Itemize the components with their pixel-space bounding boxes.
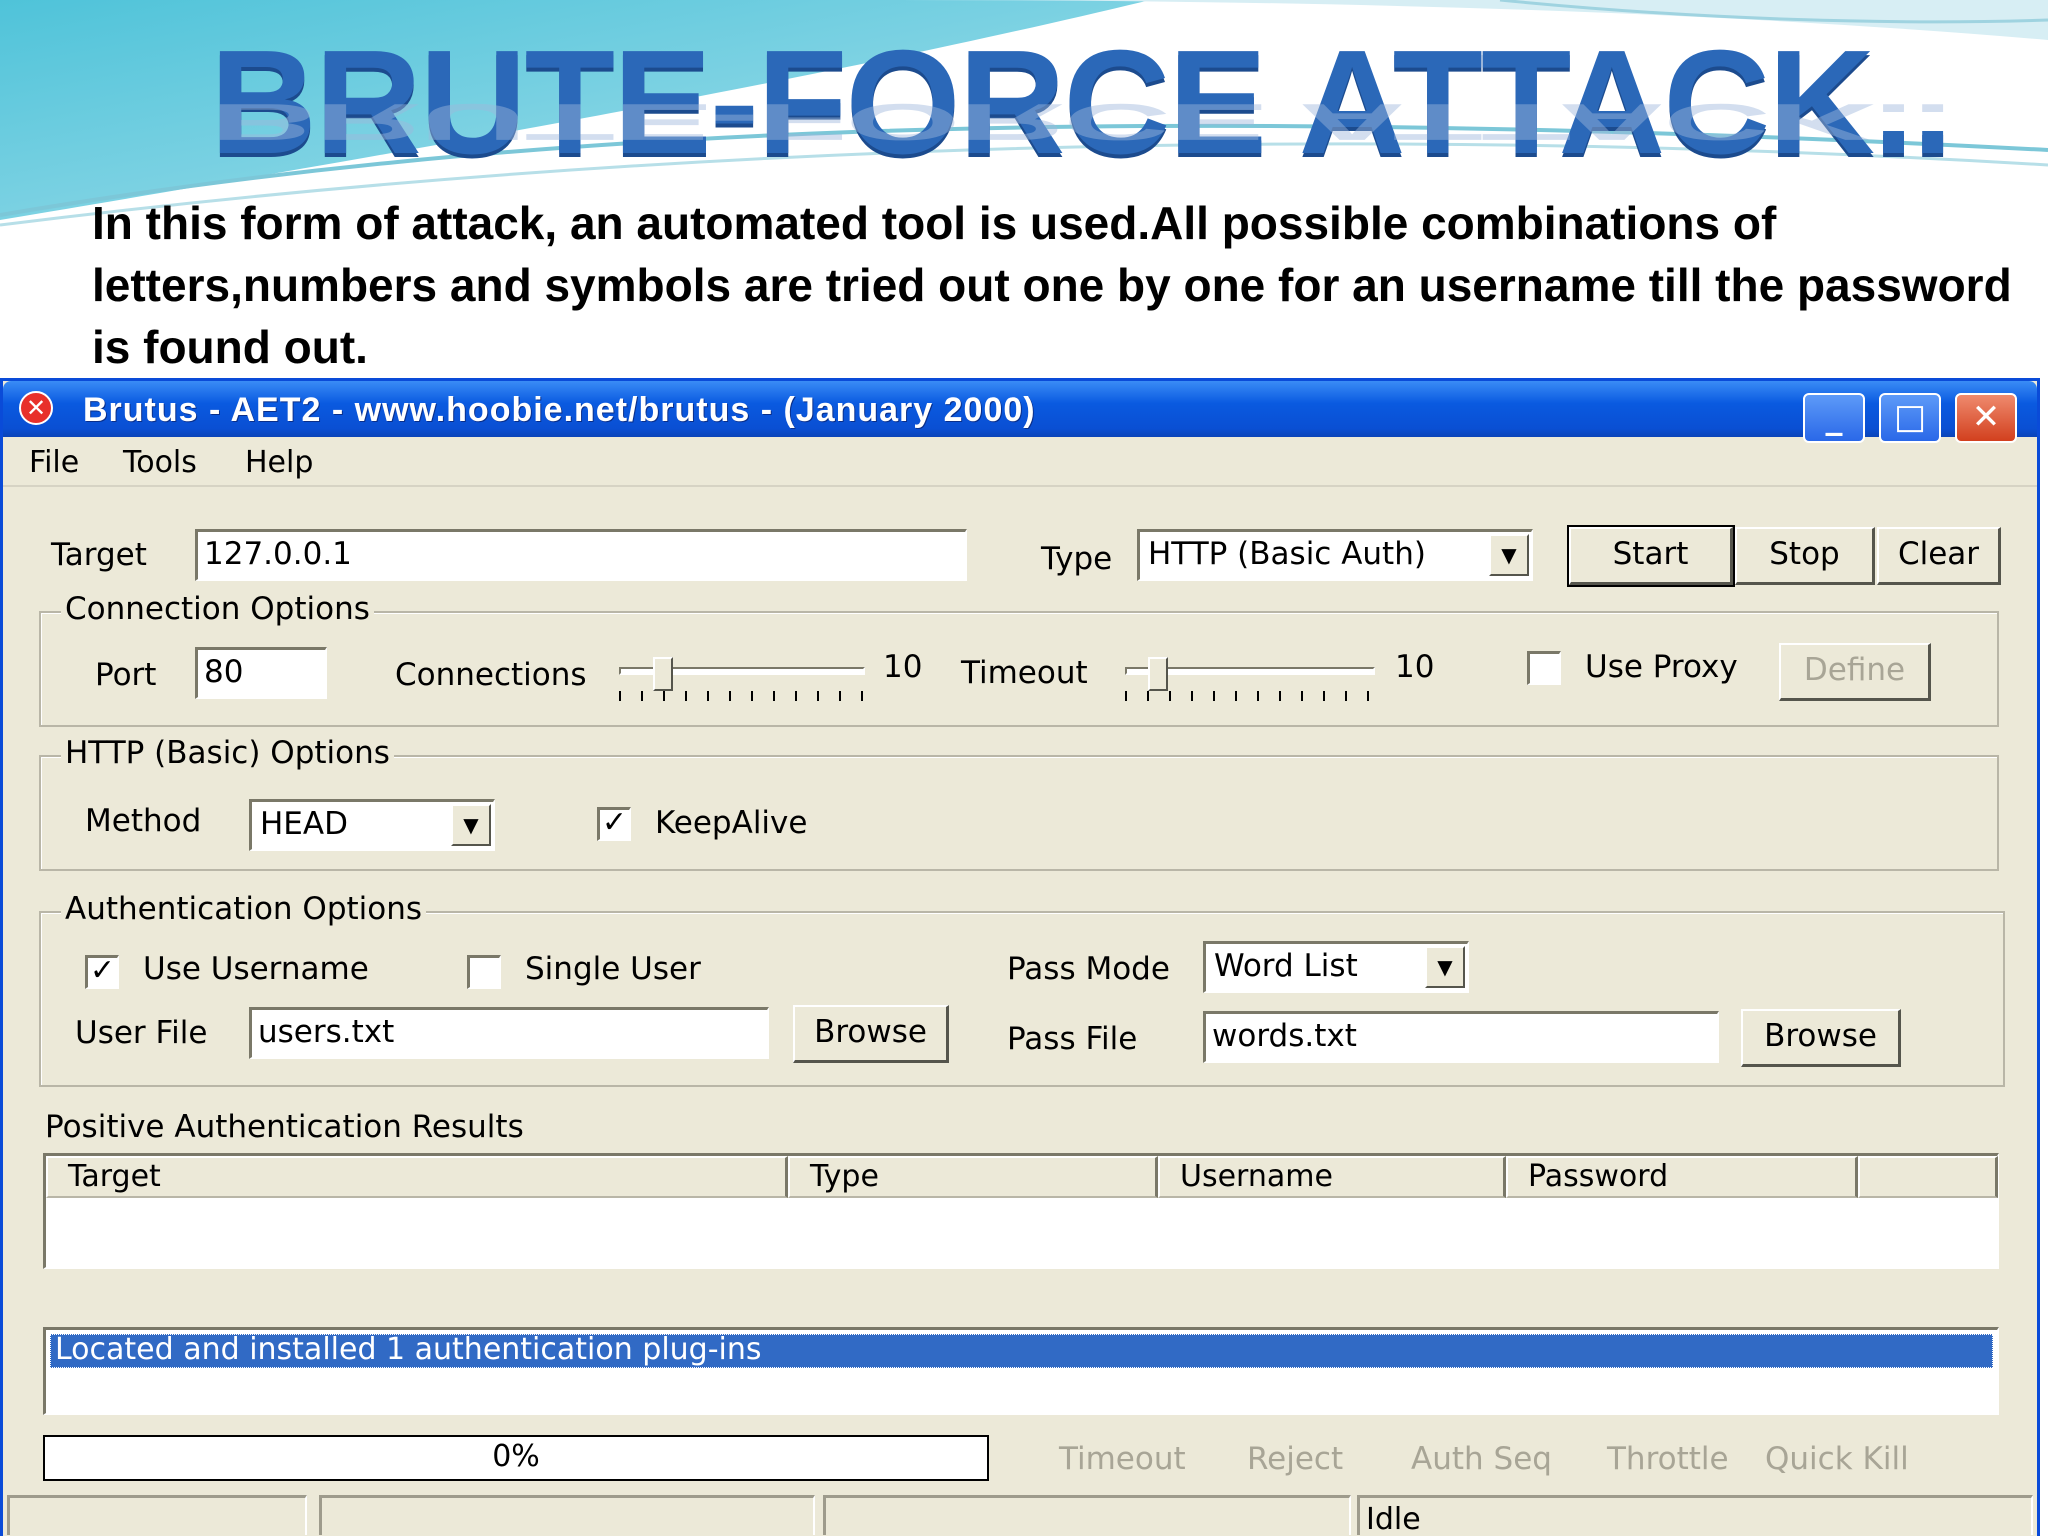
brutus-window: ✕ Brutus - AET2 - www.hoobie.net/brutus … [0,378,2040,1536]
connections-value: 10 [883,649,923,685]
statusbar-cell-2 [319,1495,815,1535]
statusbar-cell-1 [7,1495,307,1535]
timeout-status: Timeout [1059,1441,1186,1477]
connections-slider-thumb[interactable] [653,657,673,691]
pass-file-input[interactable]: words.txt [1203,1011,1719,1063]
menu-file[interactable]: File [29,445,79,480]
column-header-empty [1858,1156,1998,1198]
connections-slider[interactable] [619,657,865,703]
user-file-input[interactable]: users.txt [249,1007,769,1059]
menubar: File Tools Help [3,437,2037,487]
chevron-down-icon[interactable]: ▼ [1489,534,1529,576]
port-input[interactable]: 80 [195,647,327,699]
throttle-status: Throttle [1607,1441,1729,1477]
column-header-username[interactable]: Username [1158,1156,1506,1198]
slide-title-wrap: BRUTE-FORCE ATTACK.. BRUTE-FORCE ATTACK.… [210,28,1953,178]
statusbar-status: Idle [1357,1495,2033,1535]
window-title: Brutus - AET2 - www.hoobie.net/brutus - … [83,391,1036,429]
auth-seq-status: Auth Seq [1411,1441,1552,1477]
user-file-browse-button[interactable]: Browse [793,1005,949,1063]
pass-file-label: Pass File [1007,1021,1138,1057]
slide-title-reflection: BRUTE-FORCE ATTACK.. [210,93,1952,151]
slide-body-text: In this form of attack, an automated too… [92,197,2012,373]
timeout-slider[interactable] [1125,657,1375,703]
statusbar-cell-3 [823,1495,1351,1535]
target-label: Target [51,537,147,573]
pass-file-browse-button[interactable]: Browse [1741,1009,1901,1067]
results-table[interactable]: Target Type Username Password [43,1153,1999,1269]
port-label: Port [95,657,157,693]
maximize-button[interactable]: □ [1879,393,1941,443]
user-file-label: User File [75,1015,208,1051]
http-options-label: HTTP (Basic) Options [61,735,394,771]
use-username-checkbox[interactable]: ✓ [85,955,119,989]
connections-slider-ticks [619,691,865,701]
menu-help[interactable]: Help [245,445,313,480]
method-select[interactable]: HEAD ▼ [249,799,495,851]
pass-mode-select[interactable]: Word List ▼ [1203,941,1469,993]
log-line-selected[interactable]: Located and installed 1 authentication p… [50,1334,1993,1368]
start-button[interactable]: Start [1567,525,1735,587]
close-button[interactable]: ✕ [1955,393,2017,443]
keepalive-checkbox[interactable]: ✓ [597,807,631,841]
timeout-slider-thumb[interactable] [1148,657,1168,691]
slide: BRUTE-FORCE ATTACK.. BRUTE-FORCE ATTACK.… [0,0,2048,1536]
define-button[interactable]: Define [1779,643,1931,701]
timeout-label: Timeout [961,655,1088,691]
results-label: Positive Authentication Results [45,1109,524,1145]
column-header-target[interactable]: Target [46,1156,788,1198]
pass-mode-select-value: Word List [1214,948,1358,984]
stop-button[interactable]: Stop [1735,527,1875,585]
chevron-down-icon[interactable]: ▼ [451,804,491,846]
keepalive-label: KeepAlive [655,805,808,841]
timeout-value: 10 [1395,649,1435,685]
minimize-button[interactable]: _ [1803,393,1865,443]
connection-options-label: Connection Options [61,591,374,627]
type-select-value: HTTP (Basic Auth) [1148,536,1426,572]
window-titlebar[interactable]: ✕ Brutus - AET2 - www.hoobie.net/brutus … [3,381,2037,443]
use-proxy-label: Use Proxy [1585,649,1738,685]
quick-kill-status: Quick Kill [1765,1441,1909,1477]
method-label: Method [85,803,202,839]
single-user-label: Single User [525,951,701,987]
column-header-password[interactable]: Password [1506,1156,1858,1198]
type-label: Type [1041,541,1113,577]
use-proxy-checkbox[interactable] [1527,651,1561,685]
chevron-down-icon[interactable]: ▼ [1425,946,1465,988]
progress-bar: 0% [43,1435,989,1481]
reject-status: Reject [1247,1441,1344,1477]
connections-label: Connections [395,657,587,693]
authentication-options-label: Authentication Options [61,891,427,927]
app-icon: ✕ [19,391,53,425]
method-select-value: HEAD [260,806,348,842]
column-header-type[interactable]: Type [788,1156,1158,1198]
single-user-checkbox[interactable] [467,955,501,989]
clear-button[interactable]: Clear [1877,527,2001,585]
use-username-label: Use Username [143,951,369,987]
target-input[interactable]: 127.0.0.1 [195,529,967,581]
type-select[interactable]: HTTP (Basic Auth) ▼ [1137,529,1533,581]
timeout-slider-ticks [1125,691,1375,701]
pass-mode-label: Pass Mode [1007,951,1170,987]
menu-tools[interactable]: Tools [123,445,197,480]
log-list[interactable]: Located and installed 1 authentication p… [43,1327,1999,1415]
